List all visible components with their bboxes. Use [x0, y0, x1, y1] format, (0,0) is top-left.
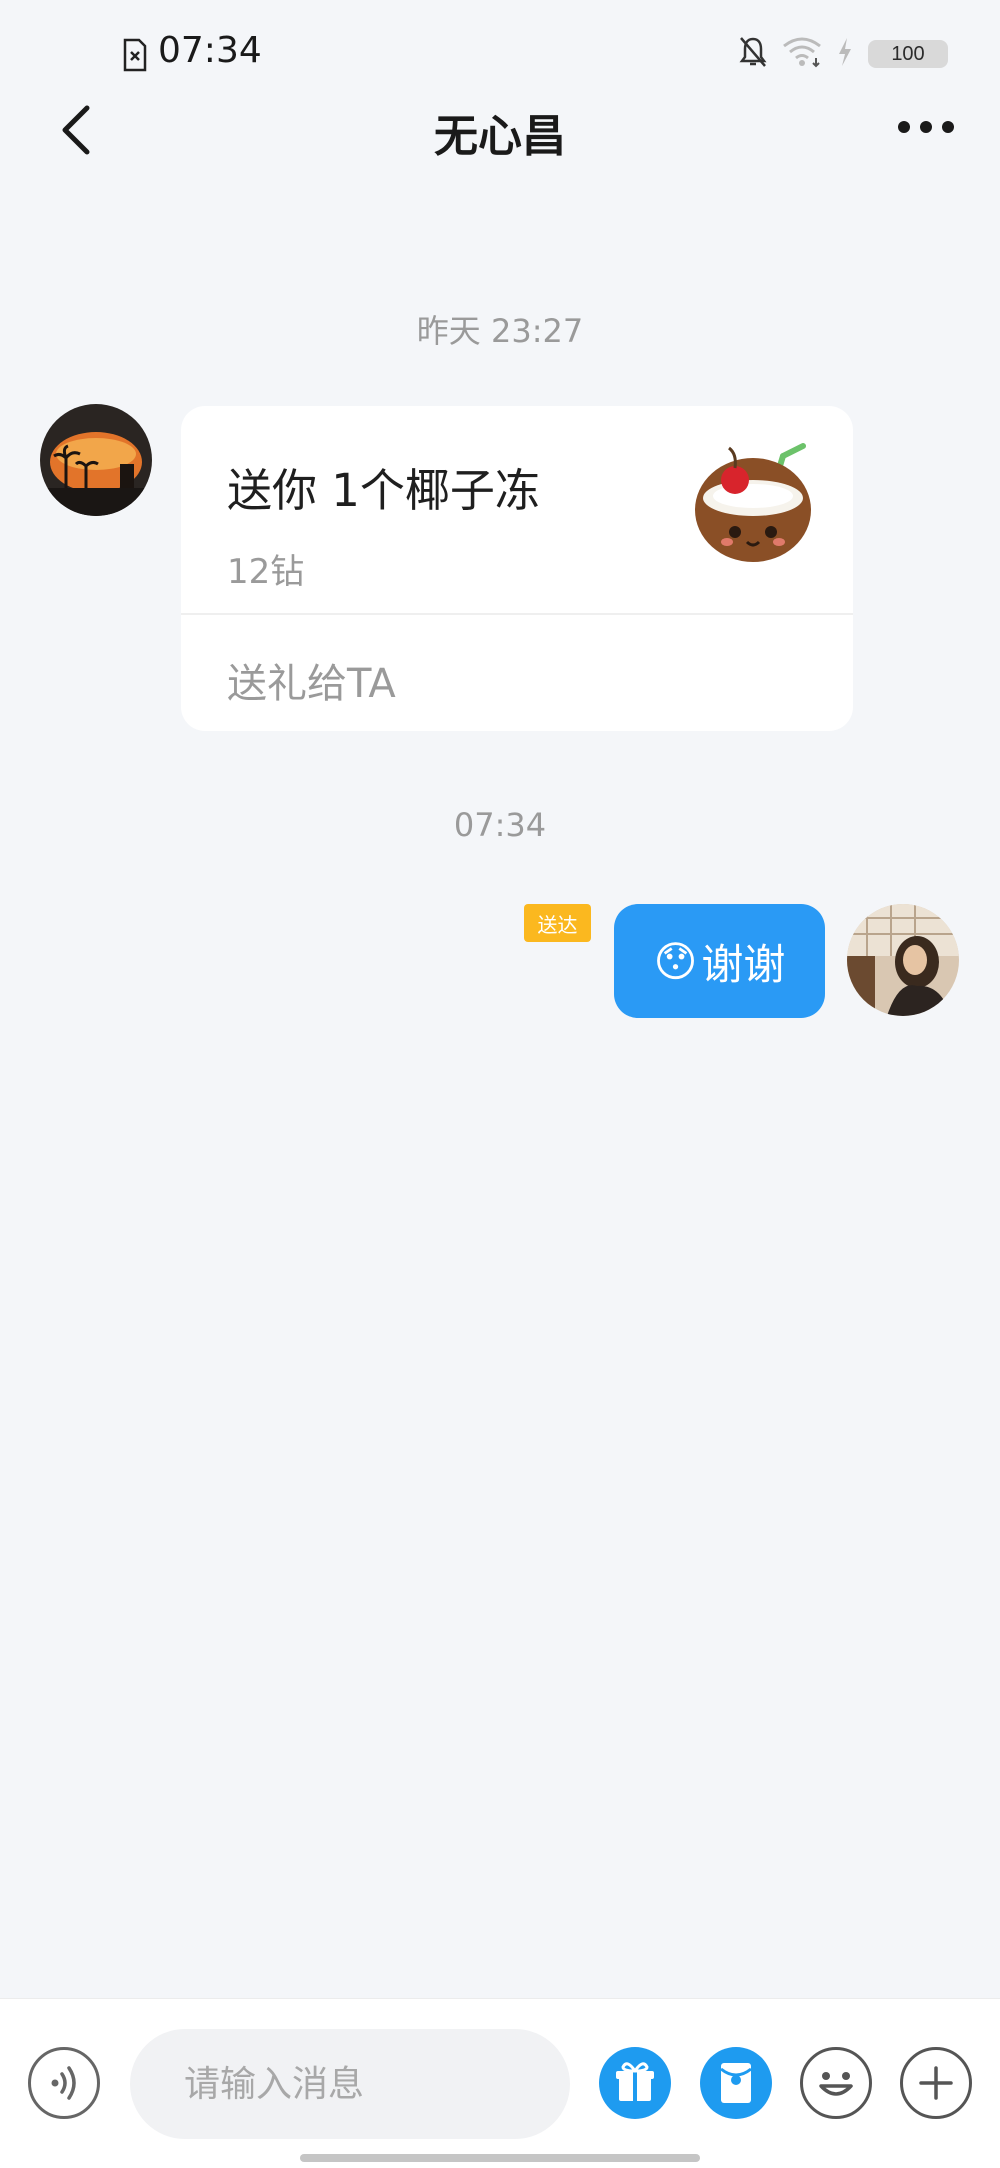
sent-message-bubble[interactable]: 😯 谢谢 [614, 904, 825, 1018]
timestamp: 07:34 [453, 806, 547, 844]
coconut-jelly-icon [691, 442, 821, 572]
home-indicator[interactable] [300, 2154, 700, 2162]
red-packet-button[interactable] [700, 2047, 772, 2119]
more-actions-button[interactable] [900, 2047, 972, 2119]
status-time: 07:34 [158, 30, 262, 71]
battery-indicator: 100 [868, 40, 948, 68]
more-options-icon[interactable] [896, 112, 956, 142]
voice-input-button[interactable] [28, 2047, 100, 2119]
surprised-emoji-icon: 😯 [653, 936, 698, 986]
divider [181, 613, 853, 615]
message-text: 谢谢 [701, 939, 786, 989]
message-input-bar [0, 1998, 1000, 2168]
gift-title: 送你 1个椰子冻 [227, 464, 540, 517]
contact-avatar[interactable] [40, 404, 152, 516]
gift-message-card[interactable]: 送你 1个椰子冻 12钻 送礼给TA [181, 406, 853, 731]
gift-icon [616, 2062, 654, 2101]
timestamp: 昨天 23:27 [416, 312, 584, 350]
message-input[interactable] [130, 2029, 570, 2139]
emoji-button[interactable] [800, 2047, 872, 2119]
wifi-icon [782, 36, 822, 72]
send-gift-back-link[interactable]: 送礼给TA [227, 651, 396, 709]
gift-button[interactable] [599, 2047, 671, 2119]
delivered-status-badge: 送达 [524, 904, 591, 942]
plus-icon [919, 2066, 953, 2100]
charging-icon [836, 37, 854, 71]
red-packet-icon [720, 2063, 752, 2103]
bell-off-icon [738, 35, 768, 73]
chat-title: 无心昌 [434, 111, 566, 162]
user-avatar[interactable] [847, 904, 959, 1016]
gift-price: 12钻 [227, 552, 305, 592]
status-icons: 100 [738, 36, 948, 72]
sim-card-icon [122, 38, 148, 72]
smiley-icon [819, 2072, 853, 2096]
voice-icon [51, 2066, 76, 2100]
